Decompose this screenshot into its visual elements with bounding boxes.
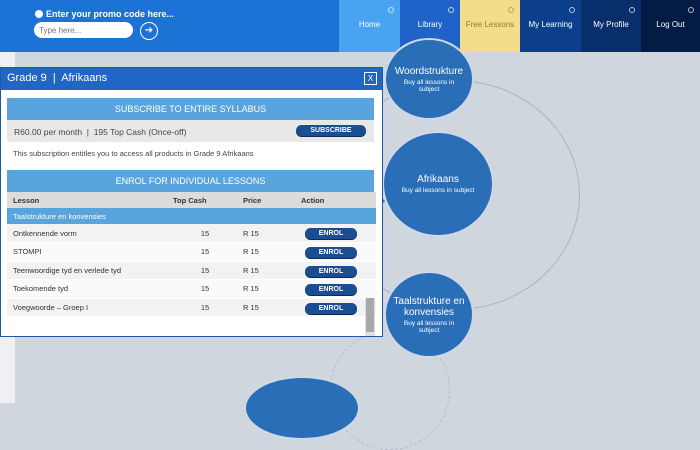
subscription-price: R60.00 per month | 195 Top Cash (Once-of… bbox=[14, 127, 187, 137]
node-subtitle: Buy all lessons in subject bbox=[403, 78, 455, 93]
table-header-row: Lesson Top Cash Price Action bbox=[7, 192, 376, 208]
modal-header: Grade 9 | Afrikaans X bbox=[1, 68, 382, 90]
subscribe-button[interactable]: SUBSCRIBE bbox=[296, 125, 366, 136]
nav-log-out[interactable]: Log Out bbox=[641, 0, 700, 52]
node-afrikaans[interactable]: Afrikaans Buy all lessons in subject bbox=[384, 133, 492, 235]
lessons-table: Lesson Top Cash Price Action Taalstruktu… bbox=[7, 192, 376, 317]
arrow-right-icon[interactable]: ➔ bbox=[140, 22, 158, 40]
nav-log-out-label: Log Out bbox=[656, 20, 685, 29]
lesson-purchase-modal: Grade 9 | Afrikaans X SUBSCRIBE TO ENTIR… bbox=[0, 67, 383, 337]
lesson-price: R 15 bbox=[237, 261, 295, 280]
promo-label: Enter your promo code here... bbox=[46, 9, 175, 19]
table-row: Toekomende tyd 15 R 15 ENROL bbox=[7, 279, 376, 299]
enrol-heading: ENROL FOR INDIVIDUAL LESSONS bbox=[7, 170, 374, 192]
node-title: Woordstrukture bbox=[394, 65, 464, 77]
nav-my-learning-label: My Learning bbox=[528, 20, 573, 29]
lesson-topcash: 15 bbox=[167, 261, 237, 280]
node-title: Taalstrukture en konvensies bbox=[393, 295, 465, 318]
lesson-topcash: 15 bbox=[167, 224, 237, 243]
enrol-button[interactable]: ENROL bbox=[305, 265, 357, 277]
node-subtitle: Buy all lessons in subject bbox=[403, 319, 455, 334]
node-woordstrukture[interactable]: Woordstrukture Buy all lessons in subjec… bbox=[386, 40, 472, 118]
node-title: Afrikaans bbox=[417, 174, 459, 185]
promo-code-input[interactable] bbox=[34, 22, 133, 38]
enrol-button[interactable]: ENROL bbox=[305, 302, 357, 314]
enrol-button[interactable]: ENROL bbox=[305, 247, 357, 258]
col-action: Action bbox=[295, 192, 376, 208]
nav-dot-icon bbox=[508, 7, 514, 13]
nav-dot-icon bbox=[448, 7, 454, 13]
nav-dot-icon bbox=[388, 7, 394, 13]
close-button[interactable]: X bbox=[364, 72, 377, 85]
enrol-button[interactable]: ENROL bbox=[305, 228, 357, 239]
action-cell: ENROL bbox=[295, 279, 376, 299]
top-navigation-bar: Enter your promo code here... ➔ Home Lib… bbox=[0, 0, 700, 58]
enrol-button[interactable]: ENROL bbox=[305, 284, 357, 295]
subscription-row: R60.00 per month | 195 Top Cash (Once-of… bbox=[7, 120, 374, 142]
lesson-name: Ontkennende vorm bbox=[7, 224, 167, 243]
category-row: Taalstrukture en konvensies bbox=[7, 208, 376, 224]
action-cell: ENROL bbox=[295, 298, 376, 317]
category-label: Taalstrukture en konvensies bbox=[7, 208, 376, 224]
nav-my-learning[interactable]: My Learning bbox=[520, 0, 581, 52]
action-cell: ENROL bbox=[295, 261, 376, 280]
table-row: STOMPI 15 R 15 ENROL bbox=[7, 242, 376, 262]
nav-library-label: Library bbox=[417, 20, 443, 29]
lesson-price: R 15 bbox=[237, 279, 295, 299]
lesson-price: R 15 bbox=[237, 298, 295, 317]
modal-title: Grade 9 | Afrikaans bbox=[7, 72, 108, 84]
nav-dot-icon bbox=[629, 7, 635, 13]
lesson-topcash: 15 bbox=[167, 298, 237, 317]
lesson-topcash: 15 bbox=[167, 242, 237, 262]
col-lesson: Lesson bbox=[7, 192, 167, 208]
lesson-topcash: 15 bbox=[167, 279, 237, 299]
node-taalstrukture[interactable]: Taalstrukture en konvensies Buy all less… bbox=[386, 273, 472, 356]
table-row: Teenwoordige tyd en verlede tyd 15 R 15 … bbox=[7, 261, 376, 280]
table-row: Voegwoorde – Groep I 15 R 15 ENROL bbox=[7, 298, 376, 317]
lesson-price: R 15 bbox=[237, 224, 295, 243]
lesson-name: Teenwoordige tyd en verlede tyd bbox=[7, 261, 167, 280]
table-row: Ontkennende vorm 15 R 15 ENROL bbox=[7, 224, 376, 243]
nav-free-lessons-label: Free Lessons bbox=[465, 20, 515, 29]
node-partial[interactable] bbox=[246, 378, 358, 438]
action-cell: ENROL bbox=[295, 224, 376, 243]
nav-free-lessons[interactable]: Free Lessons bbox=[460, 0, 520, 52]
lesson-name: STOMPI bbox=[7, 242, 167, 262]
col-price: Price bbox=[237, 192, 295, 208]
nav-dot-icon bbox=[688, 7, 694, 13]
lesson-price: R 15 bbox=[237, 242, 295, 262]
nav-my-profile-label: My Profile bbox=[593, 20, 629, 29]
lesson-name: Toekomende tyd bbox=[7, 279, 167, 299]
table-scrollbar[interactable] bbox=[365, 298, 375, 336]
node-subtitle: Buy all lessons in subject bbox=[401, 187, 475, 194]
col-topcash: Top Cash bbox=[167, 192, 237, 208]
nav-dot-icon bbox=[569, 7, 575, 13]
scrollbar-thumb[interactable] bbox=[366, 298, 374, 332]
lesson-name: Voegwoorde – Groep I bbox=[7, 298, 167, 317]
nav-home-label: Home bbox=[358, 20, 381, 29]
subscription-note: This subscription entitles you to access… bbox=[13, 149, 254, 158]
action-cell: ENROL bbox=[295, 242, 376, 262]
subscribe-heading: SUBSCRIBE TO ENTIRE SYLLABUS bbox=[7, 98, 374, 120]
nav-home[interactable]: Home bbox=[339, 0, 400, 52]
promo-code-area: Enter your promo code here... ➔ bbox=[0, 0, 340, 52]
nav-my-profile[interactable]: My Profile bbox=[581, 0, 641, 52]
